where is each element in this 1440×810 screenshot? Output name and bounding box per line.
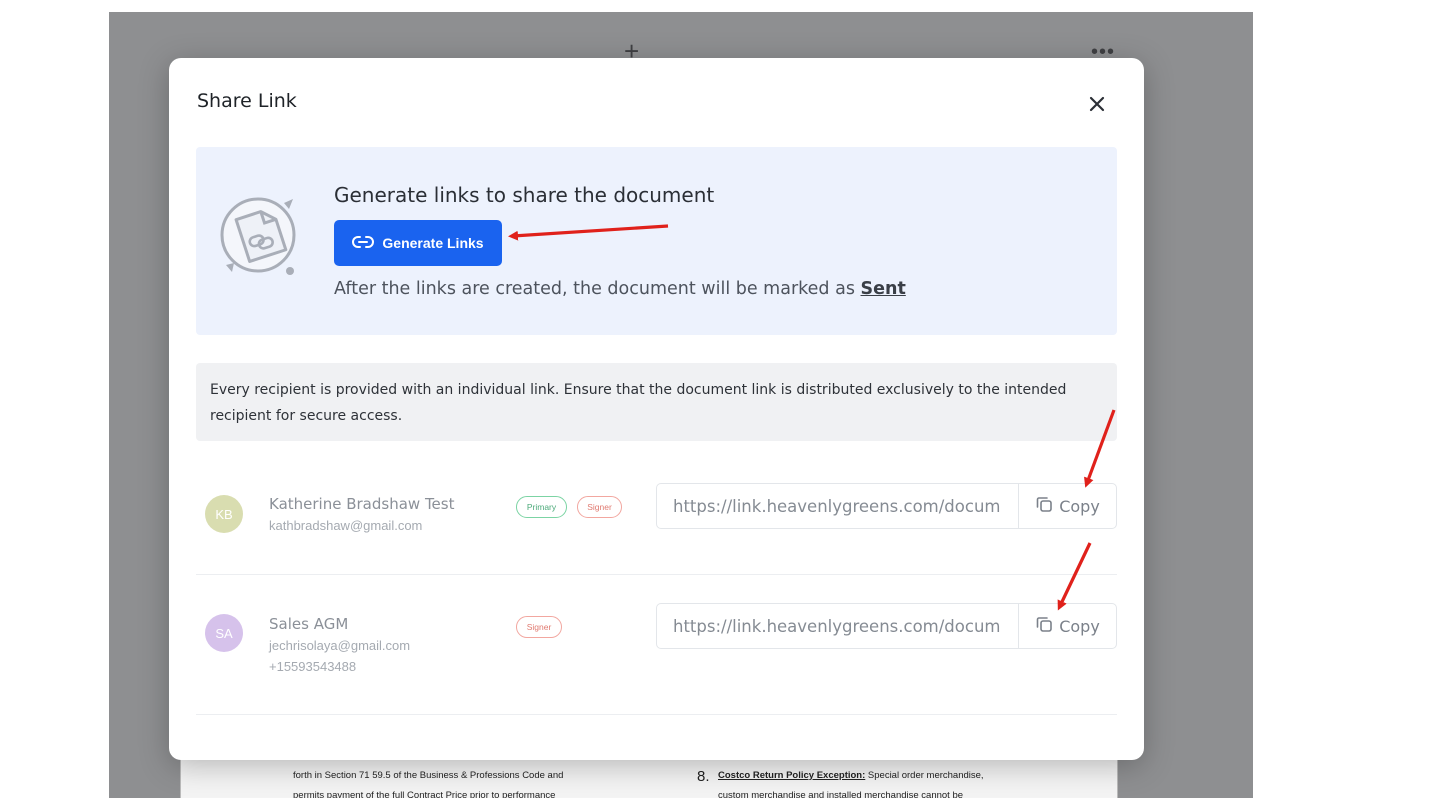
doc-text-line: forth in Section 71 59.5 of the Business… [293, 770, 564, 781]
recipient-row: SA Sales AGM jechrisolaya@gmail.com +155… [196, 593, 1117, 713]
primary-badge: Primary [516, 496, 567, 518]
generate-links-card: Generate links to share the document Gen… [196, 147, 1117, 335]
copy-link-button[interactable]: Copy [1018, 484, 1116, 528]
row-divider [196, 574, 1117, 575]
share-link-field: Copy [656, 483, 1117, 529]
copy-icon [1035, 495, 1053, 517]
copy-icon [1035, 615, 1053, 637]
doc-item-text: Special order merchandise, [867, 770, 984, 781]
sent-status-text: Sent [860, 279, 906, 299]
close-icon[interactable] [1085, 92, 1109, 116]
doc-text-line: custom merchandise and installed merchan… [718, 790, 964, 798]
security-info-box: Every recipient is provided with an indi… [196, 363, 1117, 441]
signer-badge: Signer [577, 496, 622, 518]
generate-links-button[interactable]: Generate Links [334, 220, 502, 266]
recipient-email: kathbradshaw@gmail.com [269, 518, 423, 533]
generate-note-text: After the links are created, the documen… [334, 279, 861, 299]
doc-item-title: Costco Return Policy Exception: [718, 770, 866, 781]
recipient-row: KB Katherine Bradshaw Test kathbradshaw@… [196, 473, 1117, 573]
modal-title: Share Link [197, 90, 297, 112]
recipient-phone: +15593543488 [269, 659, 357, 674]
link-icon [352, 235, 375, 252]
recipient-name: Katherine Bradshaw Test [269, 495, 455, 513]
copy-label: Copy [1059, 496, 1100, 516]
doc-item-number: 8. [697, 768, 710, 785]
copy-label: Copy [1059, 616, 1100, 636]
doc-text-line: permits payment of the full Contract Pri… [293, 790, 556, 798]
generate-note: After the links are created, the documen… [334, 279, 906, 299]
share-link-input[interactable] [657, 484, 1018, 528]
document-link-illustration-icon [220, 191, 304, 281]
avatar: KB [205, 495, 243, 533]
share-link-field: Copy [656, 603, 1117, 649]
recipient-name: Sales AGM [269, 615, 349, 633]
signer-badge: Signer [516, 616, 562, 638]
copy-link-button[interactable]: Copy [1018, 604, 1116, 648]
share-link-input[interactable] [657, 604, 1018, 648]
generate-heading: Generate links to share the document [334, 183, 715, 207]
row-divider [196, 714, 1117, 715]
share-link-modal: Share Link Generate links to share the d… [169, 58, 1144, 760]
avatar: SA [205, 614, 243, 652]
recipient-email: jechrisolaya@gmail.com [269, 638, 411, 653]
generate-links-label: Generate Links [382, 235, 484, 251]
